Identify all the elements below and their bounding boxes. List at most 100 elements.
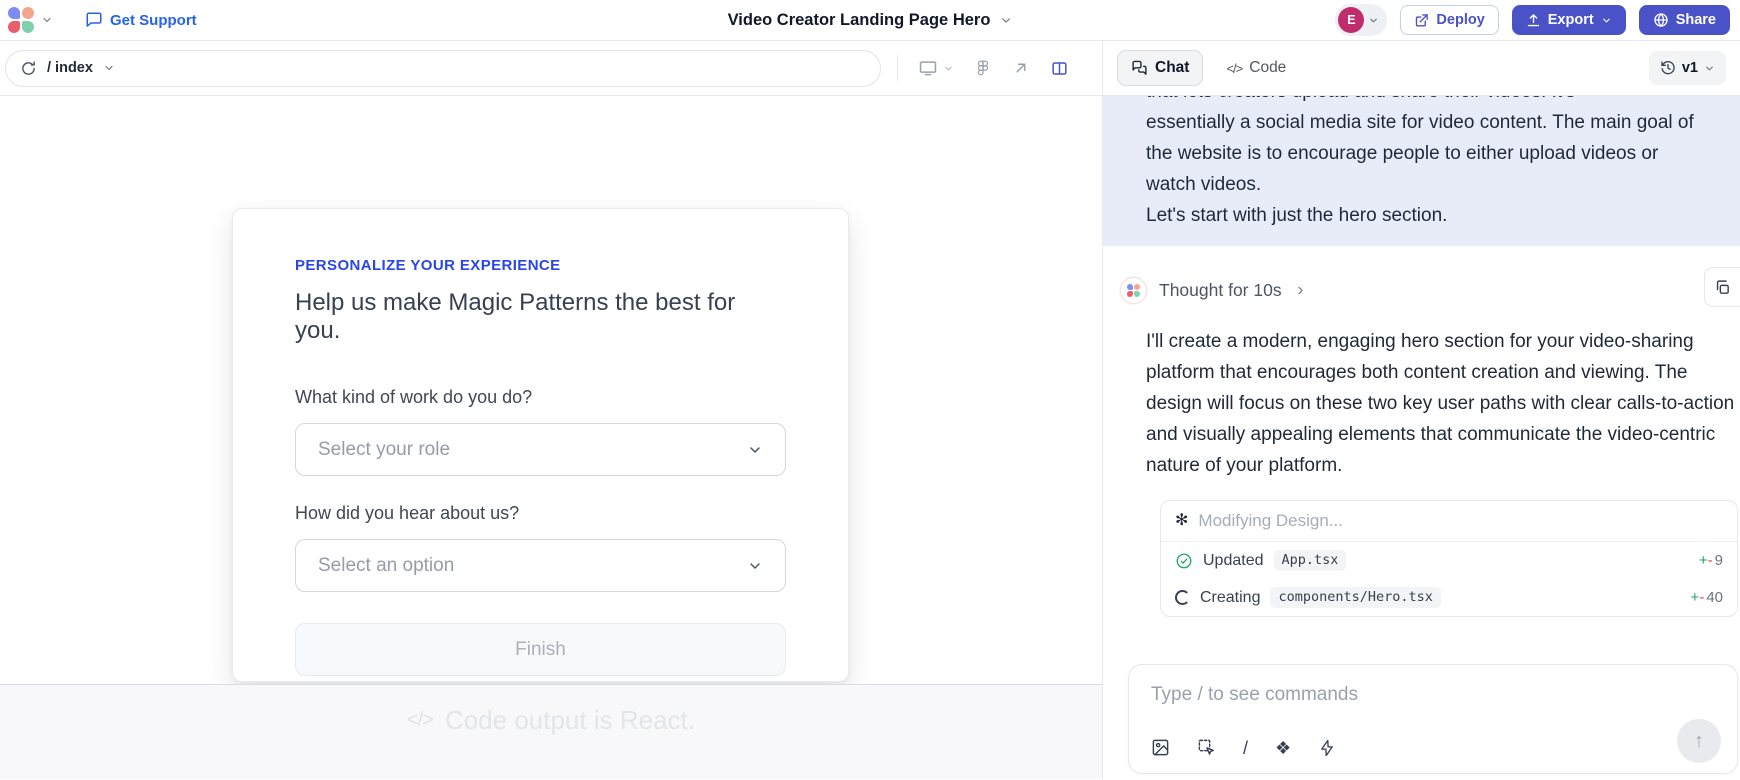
code-output-label: Code output is React.	[445, 705, 695, 736]
split-view-icon	[1050, 59, 1069, 78]
file-row[interactable]: Creating components/Hero.tsx + - 40	[1161, 579, 1737, 616]
components-icon[interactable]: ❖	[1275, 739, 1291, 757]
file-status: Creating	[1200, 589, 1260, 607]
tab-code-label: Code	[1249, 59, 1286, 77]
tab-chat-label: Chat	[1155, 59, 1189, 77]
topbar-actions: E Deploy Export	[1335, 4, 1730, 36]
chat-bubble-icon	[85, 11, 103, 29]
copy-icon	[1714, 279, 1731, 296]
share-button[interactable]: Share	[1639, 5, 1730, 35]
external-link-icon	[1414, 13, 1429, 28]
app-logo-menu[interactable]	[8, 7, 53, 33]
chat-toolbar: Chat </> Code v1	[1103, 41, 1740, 95]
finish-button[interactable]: Finish	[295, 623, 786, 676]
status-card-header: ✻ Modifying Design...	[1161, 501, 1737, 542]
history-icon	[1660, 60, 1676, 76]
monitor-icon	[918, 58, 938, 78]
chevron-down-icon	[1601, 15, 1612, 26]
divider	[897, 55, 898, 81]
assistant-avatar	[1120, 277, 1147, 304]
open-in-new-window-button[interactable]	[1008, 55, 1034, 81]
code-icon: </>	[407, 709, 433, 732]
chevron-right-icon	[1294, 284, 1307, 297]
project-title-menu[interactable]: Video Creator Landing Page Hero	[728, 11, 1013, 30]
split-view-toggle[interactable]	[1046, 55, 1073, 82]
modal-heading: Help us make Magic Patterns the best for…	[295, 289, 786, 345]
send-button[interactable]: ↑	[1677, 719, 1721, 763]
account-menu[interactable]: E	[1335, 4, 1387, 36]
deploy-label: Deploy	[1436, 12, 1484, 28]
preview-footer: </> Code output is React.	[0, 684, 1102, 779]
share-label: Share	[1676, 12, 1716, 28]
heard-about-select[interactable]: Select an option	[295, 539, 786, 592]
globe-icon	[1653, 12, 1669, 28]
magic-patterns-logo-icon	[1127, 284, 1141, 298]
figma-export-button[interactable]	[970, 55, 996, 81]
get-support-link[interactable]: Get Support	[85, 11, 197, 29]
upload-icon	[1526, 13, 1541, 28]
copy-message-button[interactable]	[1704, 267, 1740, 307]
avatar: E	[1338, 7, 1364, 33]
build-status-card: ✻ Modifying Design... Updated App.tsx + …	[1160, 500, 1738, 617]
export-button[interactable]: Export	[1512, 5, 1626, 35]
heard-about-placeholder: Select an option	[318, 555, 454, 577]
question1-label: What kind of work do you do?	[295, 387, 786, 408]
main-content: PERSONALIZE YOUR EXPERIENCE Help us make…	[0, 96, 1740, 779]
chat-input[interactable]	[1151, 679, 1657, 711]
file-status: Updated	[1203, 552, 1264, 570]
route-selector[interactable]: / index	[5, 50, 881, 87]
get-support-label: Get Support	[110, 12, 197, 29]
status-card-title: Modifying Design...	[1198, 511, 1343, 531]
role-select-placeholder: Select your role	[318, 439, 450, 461]
chat-input-tools: / ❖	[1151, 738, 1336, 757]
thought-label: Thought for 10s	[1159, 280, 1282, 301]
chevron-down-icon	[1368, 15, 1379, 26]
export-label: Export	[1548, 12, 1594, 28]
preview-panel: PERSONALIZE YOUR EXPERIENCE Help us make…	[0, 96, 1103, 779]
magic-patterns-app: Get Support Video Creator Landing Page H…	[0, 0, 1740, 780]
modal-eyebrow: PERSONALIZE YOUR EXPERIENCE	[295, 257, 786, 274]
role-select[interactable]: Select your role	[295, 423, 786, 476]
chevron-down-icon	[747, 442, 763, 458]
image-attach-icon[interactable]	[1151, 738, 1170, 757]
code-icon: </>	[1226, 61, 1242, 76]
question2-label: How did you hear about us?	[295, 503, 786, 524]
diff-count: + - 9	[1699, 552, 1723, 569]
arrow-up-right-icon	[1012, 59, 1030, 77]
spinner-icon	[1175, 590, 1190, 605]
chevron-down-icon	[943, 63, 954, 74]
arrow-up-icon: ↑	[1694, 730, 1704, 753]
chevron-down-icon	[747, 558, 763, 574]
preview-toolbar: / index	[0, 41, 1103, 95]
tab-code[interactable]: </> Code	[1213, 50, 1299, 86]
deploy-button[interactable]: Deploy	[1400, 5, 1498, 35]
file-row[interactable]: Updated App.tsx + - 9	[1161, 542, 1737, 579]
code-output-note: </> Code output is React.	[407, 705, 695, 736]
chat-bubbles-icon	[1131, 60, 1148, 77]
chevron-down-icon	[103, 62, 115, 74]
chevron-down-icon	[1704, 63, 1715, 74]
device-preview-button[interactable]	[914, 54, 958, 82]
user-message-clipped-line: that lets creators upload and share thei…	[1146, 96, 1712, 107]
refresh-icon[interactable]	[20, 60, 37, 77]
file-name: App.tsx	[1274, 550, 1347, 571]
assistant-message: I'll create a modern, engaging hero sect…	[1146, 326, 1740, 481]
chat-input-container: / ❖ ↑	[1128, 664, 1738, 774]
lightning-icon[interactable]	[1318, 739, 1336, 757]
thought-toggle[interactable]: Thought for 10s	[1120, 277, 1307, 304]
chevron-down-icon	[999, 14, 1012, 27]
tab-chat[interactable]: Chat	[1117, 50, 1203, 86]
toolbar: / index	[0, 41, 1740, 96]
user-message-body: essentially a social media site for vide…	[1146, 107, 1712, 200]
file-name: components/Hero.tsx	[1270, 587, 1440, 608]
personalize-modal: PERSONALIZE YOUR EXPERIENCE Help us make…	[232, 208, 849, 682]
select-element-icon[interactable]	[1197, 738, 1216, 757]
topbar: Get Support Video Creator Landing Page H…	[0, 0, 1740, 41]
route-path: / index	[47, 60, 93, 76]
slash-command-icon[interactable]: /	[1243, 739, 1248, 757]
figma-icon	[974, 59, 992, 77]
chat-panel: that lets creators upload and share thei…	[1103, 96, 1740, 779]
version-selector[interactable]: v1	[1649, 51, 1726, 85]
chevron-down-icon	[41, 14, 53, 26]
magic-patterns-logo-icon	[8, 7, 34, 33]
